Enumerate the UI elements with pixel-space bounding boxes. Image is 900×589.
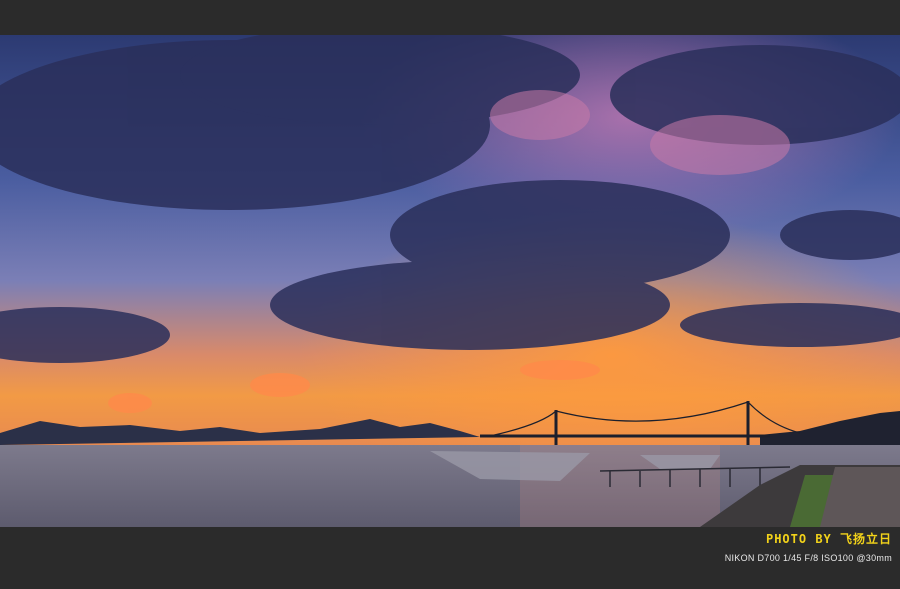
photo-credit: PHOTO BY 飞扬立日 <box>765 532 892 546</box>
sunset-scene <box>0 35 900 527</box>
photo-frame: PHOTO BY 飞扬立日 NIKON D700 1/45 F/8 ISO100… <box>0 0 900 589</box>
sunset-photo <box>0 35 900 527</box>
camera-exif: NIKON D700 1/45 F/8 ISO100 @30mm <box>724 553 892 563</box>
